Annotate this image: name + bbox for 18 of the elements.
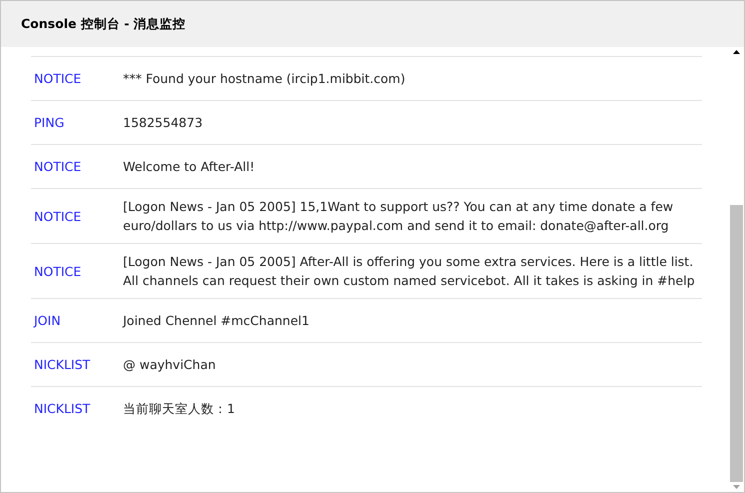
message-text: [Logon News - Jan 05 2005] 15,1Want to support us?? You can at any time donate a few euro/dollars to us via http://www.paypal.com and send it to email: donate@after-all.org <box>123 198 674 235</box>
message-type: NOTICE <box>33 208 82 224</box>
message-text: @ wayhviChan <box>123 356 217 374</box>
message-text: *** Found your hostname (ircip1.mibbit.com) <box>123 70 406 88</box>
message-type: NOTICE <box>33 71 82 86</box>
message-text: Welcome to After-All! <box>123 158 256 176</box>
message-type: JOIN <box>32 313 62 328</box>
scrollbar-thumb[interactable] <box>730 205 743 482</box>
message-text: [Logon News - Jan 05 2005] After-All is offering you some extra services. Here is a little list. All channels can request their own custom named servicebot. All it takes is asking in #help <box>123 253 696 290</box>
message-text: Joined Chennel #mcChannel1 <box>123 312 310 330</box>
window-title: Console 控制台 - 消息监控 <box>21 16 186 32</box>
message-text: 1582554873 <box>123 114 204 132</box>
message-type: NOTICE <box>33 159 82 174</box>
message-text: 当前聊天室人数：1 <box>123 400 236 418</box>
message-type: NOTICE <box>33 264 82 278</box>
message-type: PING <box>33 115 66 130</box>
message-type: NICKLIST <box>33 401 92 416</box>
message-type: NICKLIST <box>33 357 92 372</box>
